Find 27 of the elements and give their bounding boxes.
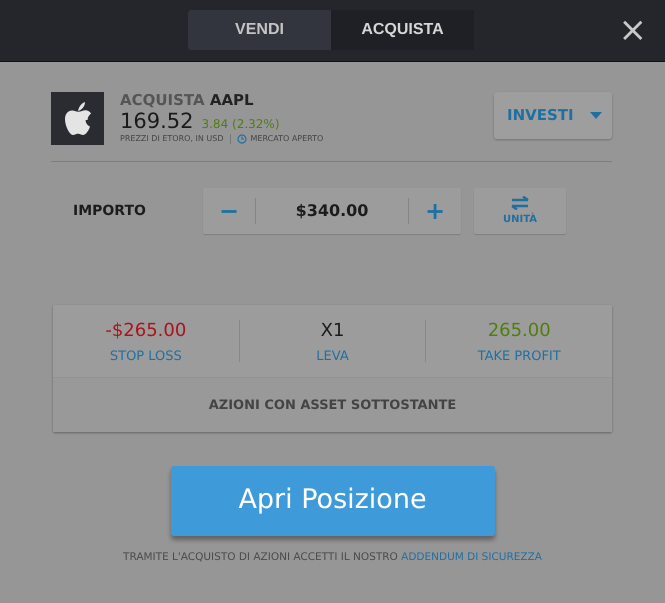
market-status: MERCATO APERTO [250,133,324,145]
units-toggle-button[interactable]: UNITÀ [474,188,566,234]
parameter-link[interactable]: TAKE PROFIT [478,347,561,366]
parameter-value: -$265.00 [104,319,188,343]
swap-icon [510,196,530,210]
caret-icon [590,112,602,119]
apple-logo-icon [51,92,104,145]
parameter-link[interactable]: STOP LOSS [110,347,182,366]
order-type-dropdown[interactable]: INVESTI [494,92,612,139]
price-source: PREZZI DI ETORO, IN USD [120,133,224,145]
parameter-value: X1 [320,319,346,343]
decrease-button[interactable]: − [203,199,255,223]
amount-label: IMPORTO [72,202,147,220]
price: 169.52 [120,109,194,133]
close-button[interactable]: × [618,12,647,48]
amount-value[interactable]: $340.00 [296,201,368,220]
price-change: 3.84 (2.32%) [201,116,280,133]
clock-icon [236,134,247,144]
side-tab[interactable]: VENDI [188,10,331,50]
parameter-link[interactable]: LEVA [316,347,349,366]
increase-button[interactable]: + [409,199,461,223]
parameter-value: 265.00 [486,319,552,343]
terms-text: TRAMITE L'ACQUISTO DI AZIONI ACCETTI IL NOSTRO ADDENDUM DI SICUREZZA [122,550,543,564]
terms-link[interactable]: ADDENDUM DI SICUREZZA [401,550,542,562]
open-position-button[interactable]: Apri Posizione [170,466,494,536]
instrument-title: ACQUISTA AAPL [120,92,255,109]
asset-note: AZIONI CON ASSET SOTTOSTANTE [53,377,612,432]
